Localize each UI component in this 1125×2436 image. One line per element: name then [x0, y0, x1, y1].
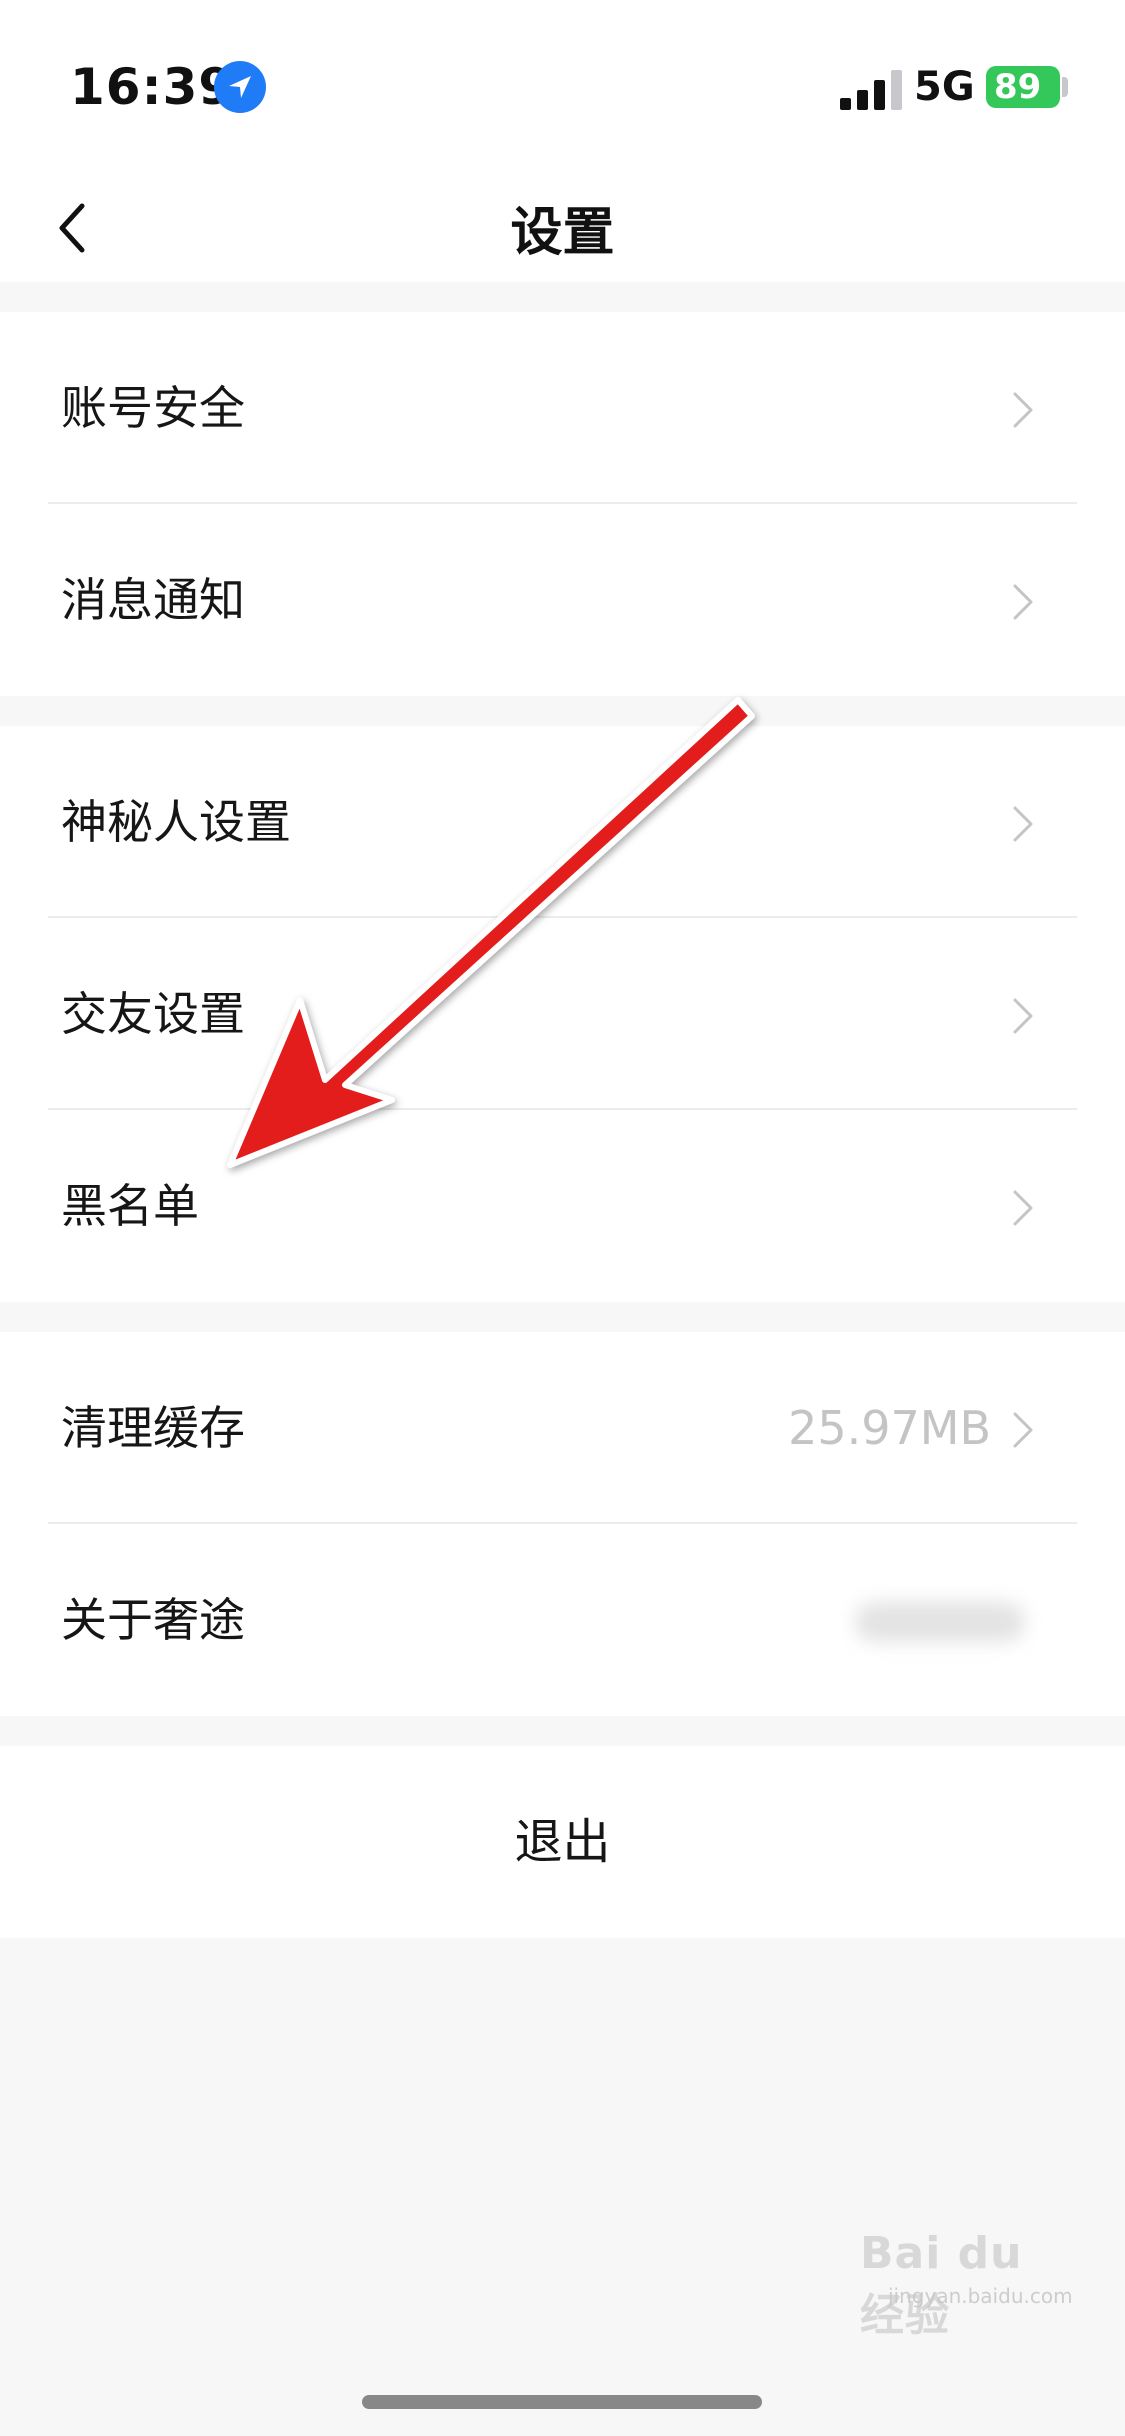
location-arrow-icon	[214, 61, 266, 113]
battery-level: 89	[994, 67, 1042, 107]
page-title: 设置	[510, 203, 615, 263]
battery-icon: 89	[986, 66, 1060, 108]
settings-row-friend-settings[interactable]: 交友设置	[0, 918, 1125, 1110]
settings-row-about[interactable]: 关于奢途	[0, 1524, 1125, 1716]
settings-row-clear-cache[interactable]: 清理缓存 25.97MB	[0, 1332, 1125, 1524]
cache-size: 25.97MB	[788, 1401, 991, 1455]
navigation-bar: 设置	[0, 170, 1125, 282]
status-bar: 16:39 5G 89	[0, 0, 1125, 170]
chevron-right-icon	[1013, 806, 1033, 842]
row-label: 清理缓存	[61, 1401, 245, 1455]
network-type: 5G	[914, 64, 975, 110]
settings-row-notifications[interactable]: 消息通知	[0, 504, 1125, 696]
chevron-right-icon	[1013, 584, 1033, 620]
settings-row-mystery-person[interactable]: 神秘人设置	[0, 726, 1125, 918]
chevron-right-icon	[1013, 392, 1033, 428]
row-label: 关于奢途	[61, 1593, 245, 1647]
settings-group-account: 账号安全 消息通知	[0, 312, 1125, 696]
settings-group-social: 神秘人设置 交友设置 黑名单	[0, 726, 1125, 1302]
home-indicator[interactable]	[362, 2395, 762, 2409]
settings-group-app: 清理缓存 25.97MB 关于奢途	[0, 1332, 1125, 1716]
row-label: 消息通知	[61, 573, 245, 627]
row-label: 神秘人设置	[61, 795, 291, 849]
chevron-right-icon	[1013, 1190, 1033, 1226]
cellular-signal-icon	[840, 70, 902, 110]
row-label: 账号安全	[61, 381, 245, 435]
chevron-right-icon	[1013, 1412, 1033, 1448]
blurred-version-value	[855, 1602, 1025, 1642]
logout-button[interactable]: 退出	[0, 1746, 1125, 1938]
watermark-sub: jingyan.baidu.com	[888, 2284, 1073, 2308]
settings-row-blacklist[interactable]: 黑名单	[0, 1110, 1125, 1302]
baidu-watermark: Bai du 经验 jingyan.baidu.com	[860, 2200, 1073, 2341]
row-label: 交友设置	[61, 987, 245, 1041]
row-label: 黑名单	[61, 1179, 199, 1233]
chevron-right-icon	[1013, 998, 1033, 1034]
settings-row-account-security[interactable]: 账号安全	[0, 312, 1125, 504]
settings-screen: 16:39 5G 89 设置 账号安全 消息通知 神秘人设置 交友设置 黑名单 …	[0, 0, 1125, 2436]
battery-cap-icon	[1062, 77, 1068, 97]
status-time: 16:39	[70, 58, 235, 116]
